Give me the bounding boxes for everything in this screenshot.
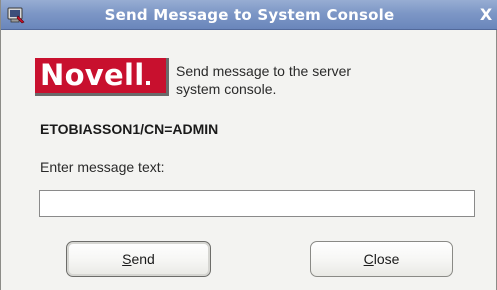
description-line-2: system console. bbox=[176, 81, 277, 97]
server-name: ETOBIASSON1/CN=ADMIN bbox=[40, 121, 219, 137]
description-line-1: Send message to the server bbox=[176, 63, 352, 79]
dialog-description: Send message to the server system consol… bbox=[176, 62, 436, 98]
logo-dot bbox=[146, 81, 151, 85]
send-label-rest: end bbox=[131, 251, 155, 267]
close-label-rest: lose bbox=[373, 251, 400, 267]
message-label: Enter message text: bbox=[40, 159, 165, 175]
dialog-window: Send Message to System Console X Novell … bbox=[0, 0, 497, 290]
close-button[interactable]: Close bbox=[310, 241, 453, 277]
close-mnemonic: C bbox=[363, 251, 374, 267]
title-bar[interactable]: Send Message to System Console X bbox=[1, 0, 497, 30]
window-title: Send Message to System Console bbox=[104, 6, 395, 24]
logo-text: Novell bbox=[40, 58, 145, 92]
message-input[interactable] bbox=[39, 190, 475, 217]
send-button[interactable]: Send bbox=[66, 241, 211, 277]
close-window-icon[interactable]: X bbox=[478, 6, 494, 24]
novell-logo: Novell bbox=[35, 58, 169, 96]
